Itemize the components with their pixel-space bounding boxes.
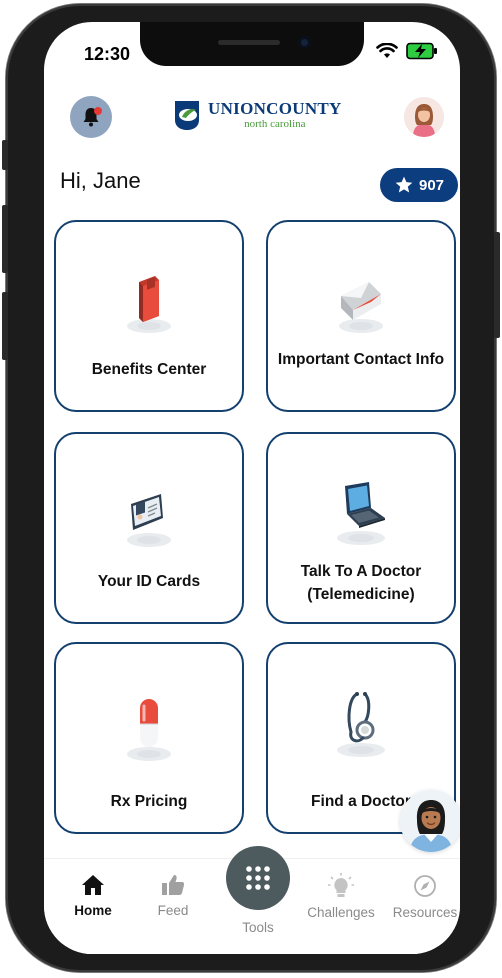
notifications-button[interactable]	[70, 96, 112, 138]
nav-home[interactable]: Home	[58, 873, 128, 918]
nav-feed[interactable]: Feed	[138, 873, 208, 918]
nav-tools-label: Tools	[242, 920, 274, 935]
camera	[298, 36, 311, 49]
nav-resources[interactable]: Resources	[390, 873, 460, 920]
envelope-icon	[268, 272, 454, 336]
stethoscope-icon	[268, 688, 454, 760]
tile-label: Rx Pricing	[110, 793, 188, 810]
profile-avatar[interactable]	[404, 97, 444, 137]
nav-feed-label: Feed	[157, 903, 189, 918]
wifi-icon	[376, 43, 398, 58]
phone-volume-up	[2, 205, 8, 273]
points-value: 907	[418, 176, 445, 194]
tile-label: Talk To A Doctor (Telemedicine)	[300, 563, 422, 603]
status-time: 12:30	[84, 44, 131, 64]
notch	[140, 22, 364, 66]
phone-power-button	[494, 232, 500, 338]
thumbs-up-icon	[162, 875, 185, 895]
app-screen: 12:30 UNIONCOUNTY north carolina Hi, Jan…	[44, 22, 460, 954]
lightbulb-icon	[328, 873, 354, 897]
union-county-logo: UNIONCOUNTY north carolina	[172, 98, 342, 132]
tile-talk-to-a-doctor[interactable]: Talk To A Doctor (Telemedicine)	[266, 432, 456, 624]
home-icon	[82, 875, 104, 895]
avatar-woman-icon	[404, 97, 444, 137]
book-icon	[56, 272, 242, 336]
tile-important-contact-info[interactable]: Important Contact Info	[266, 220, 456, 412]
tools-button[interactable]	[226, 846, 290, 910]
logo-sub-text: north carolina	[244, 118, 306, 130]
battery-charging-icon	[406, 42, 437, 60]
nav-resources-label: Resources	[392, 905, 458, 920]
logo-text: UNIONCOUNTY north carolina	[208, 100, 342, 130]
tile-benefits-center[interactable]: Benefits Center	[54, 220, 244, 412]
pill-icon	[56, 696, 242, 764]
phone-mute-switch	[2, 140, 8, 170]
logo-main-text: UNIONCOUNTY	[208, 99, 342, 118]
grid-dots-icon	[246, 866, 270, 890]
compass-icon	[414, 875, 436, 897]
tile-rx-pricing[interactable]: Rx Pricing	[54, 642, 244, 834]
speaker	[218, 40, 280, 45]
support-assistant-button[interactable]	[400, 790, 460, 852]
star-icon	[395, 176, 413, 193]
laptop-icon	[268, 480, 454, 548]
phone-volume-down	[2, 292, 8, 360]
logo-mark-icon	[175, 101, 199, 130]
assistant-avatar-icon	[400, 790, 460, 852]
id-card-icon	[56, 486, 242, 550]
tile-label: Benefits Center	[91, 361, 207, 378]
nav-challenges[interactable]: Challenges	[306, 873, 376, 920]
points-badge[interactable]: 907	[380, 168, 458, 202]
notification-dot	[94, 107, 102, 115]
nav-challenges-label: Challenges	[307, 905, 375, 920]
tile-label: Your ID Cards	[97, 573, 201, 590]
nav-home-label: Home	[74, 903, 112, 918]
tile-label: Important Contact Info	[277, 351, 445, 368]
status-icons	[376, 42, 438, 60]
greeting-text: Hi, Jane	[60, 168, 141, 193]
tile-your-id-cards[interactable]: Your ID Cards	[54, 432, 244, 624]
